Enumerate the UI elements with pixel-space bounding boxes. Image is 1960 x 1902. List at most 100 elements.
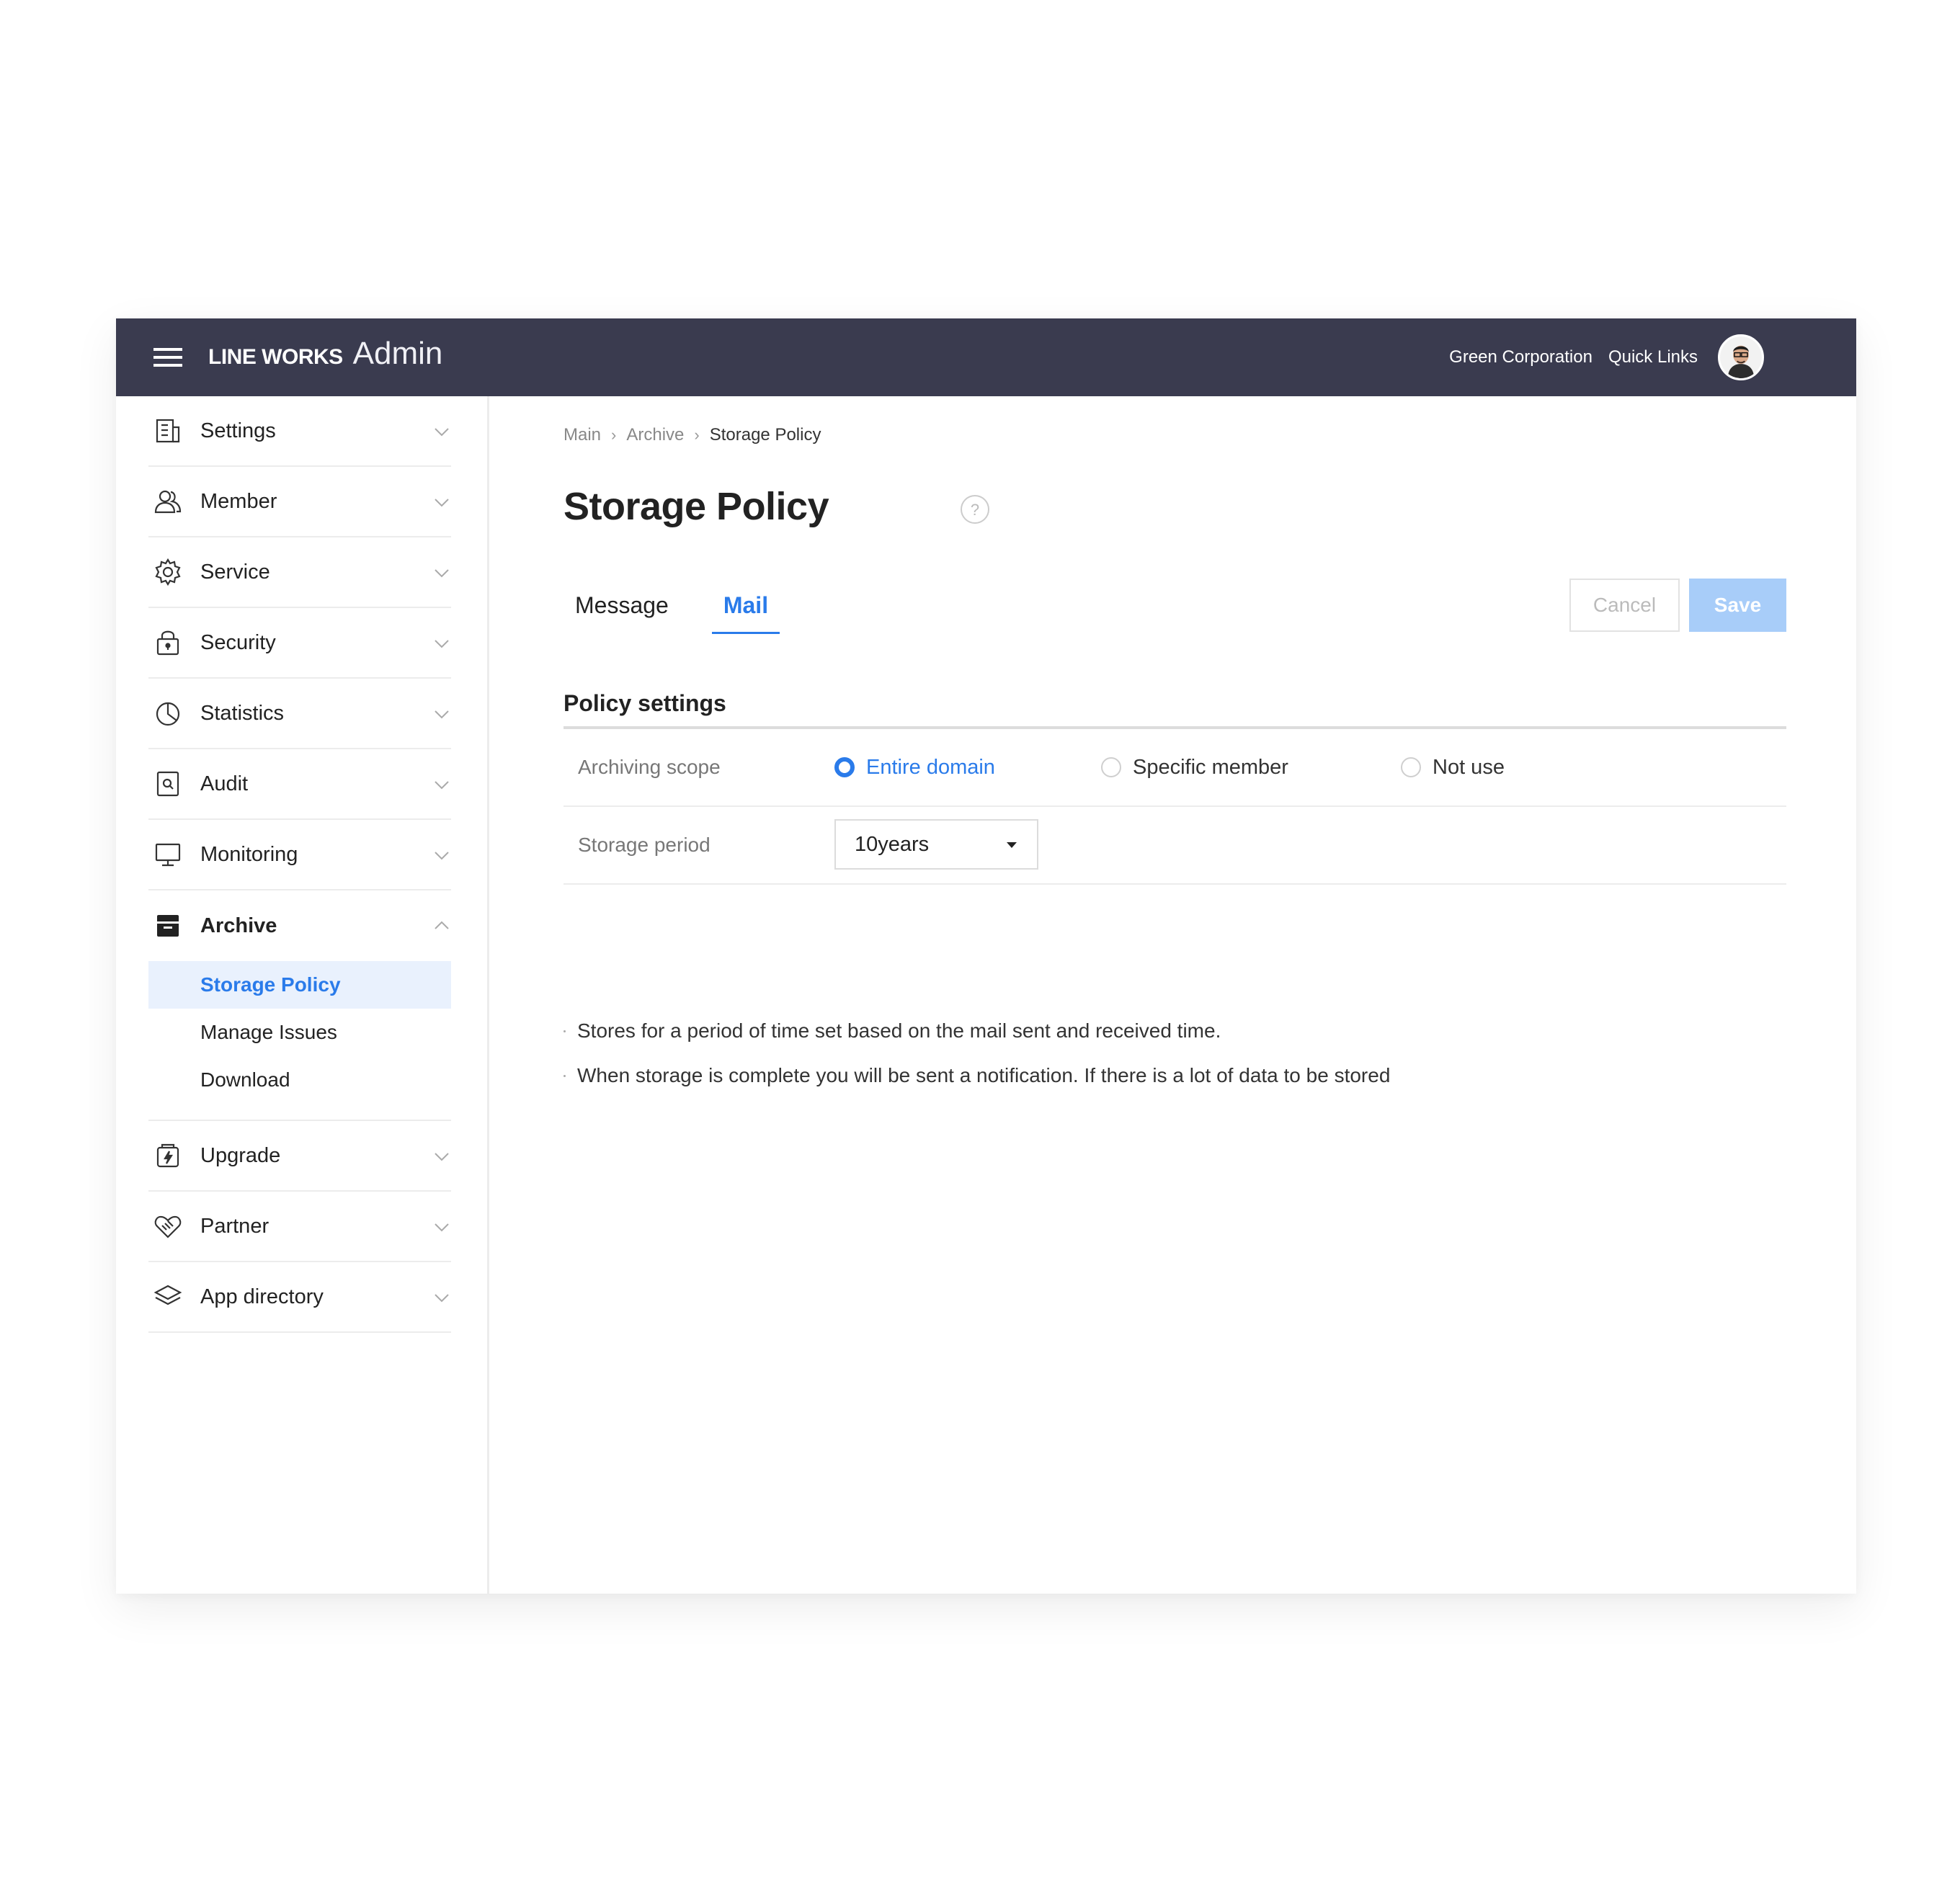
chevron-down-icon bbox=[435, 852, 449, 860]
avatar[interactable] bbox=[1718, 334, 1764, 380]
chevron-down-icon bbox=[435, 499, 449, 507]
sidebar-item-security[interactable]: Security bbox=[148, 608, 451, 679]
admin-window: LINE WORKS Admin Green Corporation Quick… bbox=[116, 318, 1856, 1594]
sidebar-item-label: Monitoring bbox=[200, 842, 298, 866]
section-title: Policy settings bbox=[564, 690, 726, 716]
handshake-icon bbox=[154, 1215, 182, 1238]
sidebar-subitem-storage-policy[interactable]: Storage Policy bbox=[148, 961, 451, 1009]
bullet-icon bbox=[564, 1030, 566, 1032]
sidebar-item-label: Archive bbox=[200, 914, 277, 937]
sidebar-item-upgrade[interactable]: Upgrade bbox=[148, 1121, 451, 1192]
top-navigation-bar: LINE WORKS Admin Green Corporation Quick… bbox=[116, 318, 1856, 396]
tab-message[interactable]: Message bbox=[564, 576, 680, 634]
main-content: Main › Archive › Storage Policy Storage … bbox=[489, 396, 1856, 1594]
caret-down-icon bbox=[1007, 842, 1017, 848]
sidebar-item-settings[interactable]: Settings bbox=[148, 396, 451, 467]
sidebar-item-monitoring[interactable]: Monitoring bbox=[148, 820, 451, 890]
sidebar-item-label: App directory bbox=[200, 1285, 324, 1308]
note-text: Stores for a period of time set based on… bbox=[577, 1019, 1221, 1042]
company-name-link[interactable]: Green Corporation bbox=[1449, 347, 1592, 367]
chevron-down-icon bbox=[435, 1294, 449, 1303]
sidebar-item-partner[interactable]: Partner bbox=[148, 1192, 451, 1262]
page-title: Storage Policy bbox=[564, 485, 829, 528]
sidebar-item-archive[interactable]: Archive bbox=[148, 890, 451, 961]
sidebar-item-label: Statistics bbox=[200, 701, 285, 725]
radio-checked-icon bbox=[834, 757, 855, 777]
brand-main-text: LINE WORKS bbox=[208, 345, 343, 369]
storage-period-label: Storage period bbox=[578, 834, 710, 856]
sidebar: Settings Member Service Security Statist… bbox=[116, 396, 489, 1594]
tab-bar: Message Mail bbox=[564, 576, 780, 634]
upgrade-icon bbox=[156, 1143, 179, 1168]
storage-period-select[interactable]: 10years bbox=[834, 819, 1038, 870]
save-button[interactable]: Save bbox=[1689, 579, 1786, 632]
radio-label: Entire domain bbox=[866, 755, 995, 779]
svg-text:?: ? bbox=[971, 501, 979, 519]
breadcrumb: Main › Archive › Storage Policy bbox=[564, 425, 821, 445]
chevron-down-icon bbox=[435, 640, 449, 648]
help-question-icon[interactable]: ? bbox=[959, 494, 991, 525]
archiving-scope-label: Archiving scope bbox=[578, 756, 721, 778]
quick-links-link[interactable]: Quick Links bbox=[1608, 347, 1698, 367]
radio-unchecked-icon bbox=[1101, 757, 1121, 777]
brand-sub-text: Admin bbox=[352, 336, 443, 371]
note-text: When storage is complete you will be sen… bbox=[577, 1064, 1391, 1086]
sidebar-item-member[interactable]: Member bbox=[148, 467, 451, 537]
sidebar-item-label: Member bbox=[200, 489, 277, 513]
select-value: 10years bbox=[855, 832, 930, 856]
archive-submenu: Storage Policy Manage Issues Download bbox=[148, 961, 451, 1121]
sidebar-item-label: Security bbox=[200, 630, 276, 654]
cancel-button[interactable]: Cancel bbox=[1569, 579, 1680, 632]
sidebar-item-app-directory[interactable]: App directory bbox=[148, 1262, 451, 1333]
sidebar-item-label: Settings bbox=[200, 419, 276, 442]
policy-notes: Stores for a period of time set based on… bbox=[564, 1009, 1390, 1098]
top-right-links: Green Corporation Quick Links bbox=[1449, 318, 1698, 396]
breadcrumb-chevron-icon: › bbox=[694, 426, 700, 444]
policy-settings-table: Archiving scope Entire domain Specific m… bbox=[564, 726, 1786, 885]
user-avatar-icon bbox=[1720, 336, 1762, 378]
sidebar-item-label: Service bbox=[200, 560, 270, 584]
radio-label: Not use bbox=[1433, 755, 1505, 779]
archive-icon bbox=[157, 915, 179, 937]
chevron-down-icon bbox=[435, 428, 449, 437]
radio-specific-member[interactable]: Specific member bbox=[1101, 756, 1288, 780]
tab-mail[interactable]: Mail bbox=[711, 576, 780, 634]
note-item: When storage is complete you will be sen… bbox=[564, 1053, 1390, 1098]
lock-icon bbox=[156, 630, 179, 656]
breadcrumb-main[interactable]: Main bbox=[564, 425, 601, 445]
users-icon bbox=[154, 490, 182, 514]
sidebar-item-label: Upgrade bbox=[200, 1143, 281, 1167]
chevron-down-icon bbox=[435, 1223, 449, 1232]
gear-icon bbox=[155, 558, 181, 586]
chevron-up-icon bbox=[435, 921, 449, 929]
note-item: Stores for a period of time set based on… bbox=[564, 1009, 1390, 1053]
document-search-icon bbox=[156, 771, 179, 797]
breadcrumb-archive[interactable]: Archive bbox=[626, 425, 684, 445]
sidebar-subitem-download[interactable]: Download bbox=[148, 1056, 451, 1104]
pie-chart-icon bbox=[156, 702, 180, 726]
sidebar-menu: Settings Member Service Security Statist… bbox=[148, 396, 451, 1333]
breadcrumb-chevron-icon: › bbox=[611, 426, 617, 444]
breadcrumb-current: Storage Policy bbox=[709, 425, 821, 445]
radio-not-use[interactable]: Not use bbox=[1401, 756, 1505, 780]
sidebar-item-label: Audit bbox=[200, 772, 249, 795]
radio-label: Specific member bbox=[1133, 755, 1288, 779]
layers-icon bbox=[153, 1285, 182, 1305]
sidebar-item-label: Partner bbox=[200, 1214, 270, 1238]
sidebar-item-statistics[interactable]: Statistics bbox=[148, 679, 451, 749]
brand-logo[interactable]: LINE WORKS Admin bbox=[208, 336, 442, 372]
sidebar-item-service[interactable]: Service bbox=[148, 537, 451, 608]
radio-unchecked-icon bbox=[1401, 757, 1421, 777]
building-icon bbox=[156, 419, 180, 443]
archiving-scope-row: Archiving scope Entire domain Specific m… bbox=[564, 729, 1786, 807]
chevron-down-icon bbox=[435, 710, 449, 719]
hamburger-menu-icon[interactable] bbox=[153, 343, 182, 372]
sidebar-item-audit[interactable]: Audit bbox=[148, 749, 451, 820]
sidebar-subitem-manage-issues[interactable]: Manage Issues bbox=[148, 1009, 451, 1056]
chevron-down-icon bbox=[435, 1153, 449, 1161]
radio-entire-domain[interactable]: Entire domain bbox=[834, 756, 995, 780]
monitor-icon bbox=[155, 843, 181, 867]
storage-period-row: Storage period 10years bbox=[564, 807, 1786, 885]
chevron-down-icon bbox=[435, 781, 449, 790]
chevron-down-icon bbox=[435, 569, 449, 578]
